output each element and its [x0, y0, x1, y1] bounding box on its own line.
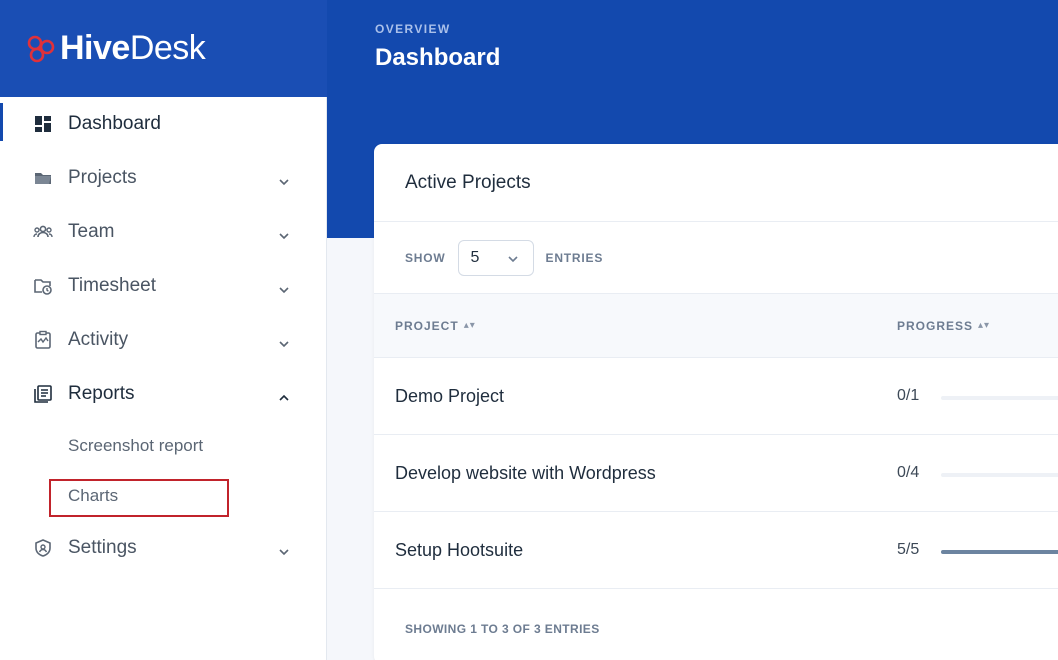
team-icon: [32, 221, 54, 243]
table-footer-info: SHOWING 1 TO 3 OF 3 ENTRIES: [405, 622, 600, 636]
activity-icon: [32, 329, 54, 351]
chevron-down-icon[interactable]: [278, 334, 290, 348]
brand-name[interactable]: HiveDesk: [60, 29, 206, 68]
table-row[interactable]: Develop website with Wordpress 0/4: [374, 435, 1058, 512]
sidebar-item-dashboard[interactable]: Dashboard: [0, 97, 326, 151]
chevron-down-icon[interactable]: [278, 280, 290, 294]
column-header-progress[interactable]: PROGRESS ▴▾: [897, 319, 990, 333]
sidebar-item-label: Dashboard: [68, 113, 161, 134]
sidebar-item-projects[interactable]: Projects: [0, 151, 326, 205]
sidebar-item-label: Projects: [68, 167, 137, 188]
dashboard-icon: [32, 113, 54, 135]
sidebar-subitem-screenshot-report[interactable]: Screenshot report: [0, 421, 326, 471]
card-title: Active Projects: [374, 144, 1058, 222]
sidebar-item-label: Team: [68, 221, 115, 242]
entries-label: ENTRIES: [545, 250, 604, 265]
project-name[interactable]: Demo Project: [395, 386, 504, 407]
chevron-down-icon: [507, 255, 518, 262]
progress-bar-fill: [941, 550, 1058, 554]
sidebar-item-label: Settings: [68, 537, 137, 558]
header-eyebrow: OVERVIEW: [375, 22, 451, 36]
sidebar-item-label: Activity: [68, 329, 129, 350]
sidebar-item-activity[interactable]: Activity: [0, 313, 326, 367]
sidebar: Dashboard Projects Team Timesheet Activi…: [0, 97, 327, 660]
shield-icon: [32, 537, 54, 559]
reports-icon: [32, 383, 54, 405]
project-name[interactable]: Setup Hootsuite: [395, 540, 523, 561]
table-row[interactable]: Setup Hootsuite 5/5: [374, 512, 1058, 589]
sidebar-item-settings[interactable]: Settings: [0, 521, 326, 575]
column-header-project[interactable]: PROJECT ▴▾: [395, 319, 476, 333]
show-label: SHOW: [405, 250, 446, 265]
progress-bar: [941, 396, 1058, 400]
table-header: PROJECT ▴▾ PROGRESS ▴▾: [374, 294, 1058, 358]
sidebar-subitem-charts[interactable]: Charts: [0, 471, 326, 521]
entries-control: SHOW 5 ENTRIES: [374, 222, 1058, 294]
sidebar-item-label: Timesheet: [68, 275, 156, 296]
hivedesk-logo-icon: [27, 35, 55, 62]
page-header: OVERVIEW Dashboard: [375, 22, 500, 72]
brand-area: HiveDesk: [0, 0, 327, 97]
chevron-down-icon[interactable]: [278, 172, 290, 186]
sort-icon: ▴▾: [463, 320, 476, 331]
progress-text: 0/1: [897, 387, 920, 404]
progress-bar: [941, 473, 1058, 477]
project-name[interactable]: Develop website with Wordpress: [395, 463, 656, 484]
sidebar-item-label: Reports: [68, 383, 135, 404]
sort-icon: ▴▾: [978, 320, 991, 331]
chevron-down-icon[interactable]: [278, 542, 290, 556]
timesheet-icon: [32, 275, 54, 297]
progress-bar: [941, 550, 1058, 554]
page-title: Dashboard: [375, 44, 501, 71]
entries-select[interactable]: 5: [457, 239, 534, 276]
sidebar-item-reports[interactable]: Reports: [0, 367, 326, 421]
chevron-down-icon[interactable]: [278, 226, 290, 240]
active-projects-card: Active Projects SHOW 5 ENTRIES PROJECT ▴▾…: [374, 144, 1058, 660]
folder-icon: [32, 167, 54, 189]
sidebar-item-timesheet[interactable]: Timesheet: [0, 259, 326, 313]
chevron-up-icon[interactable]: [278, 388, 290, 401]
progress-text: 0/4: [897, 464, 920, 481]
progress-text: 5/5: [897, 541, 920, 558]
table-row[interactable]: Demo Project 0/1: [374, 358, 1058, 435]
sidebar-item-team[interactable]: Team: [0, 205, 326, 259]
entries-value: 5: [470, 248, 480, 266]
